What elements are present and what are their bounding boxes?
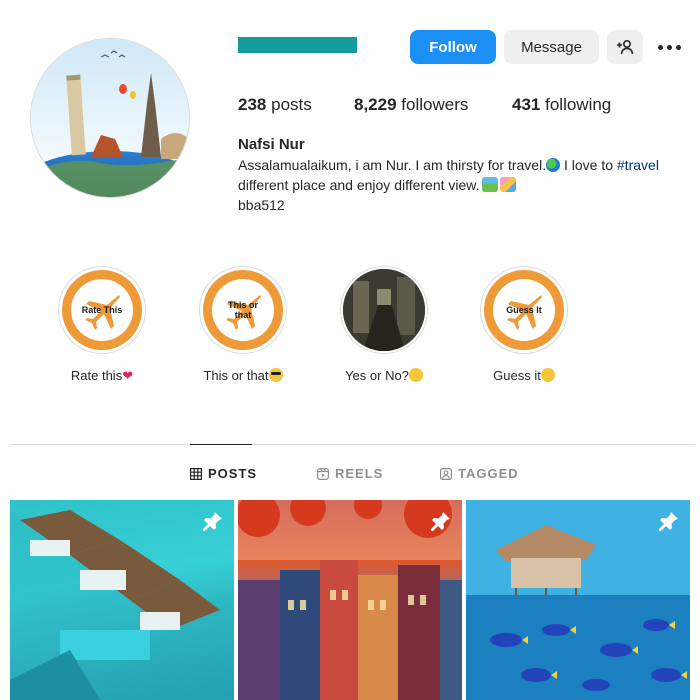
posts-stat: 238 posts [238, 95, 312, 115]
sunglasses-face-icon [268, 368, 283, 382]
post-image [10, 510, 234, 700]
highlight-cover-text: Guess It [506, 305, 542, 315]
following-label: following [545, 95, 612, 114]
highlight-cover: Rate This [58, 266, 146, 354]
monocle-face-icon [540, 368, 555, 382]
landscape-emoji-icon [481, 177, 498, 192]
highlight-label: Rate this❤ [70, 368, 134, 383]
highlight-rate-this[interactable]: Rate This Rate this❤ [57, 266, 147, 384]
profile-link[interactable]: bba512 [238, 195, 698, 215]
tab-tagged[interactable]: TAGGED [440, 466, 519, 481]
more-options-icon [657, 44, 681, 50]
post-thumbnail[interactable] [466, 500, 690, 700]
tab-reels[interactable]: REELS [317, 466, 383, 481]
followers-stat[interactable]: 8,229 followers [354, 95, 468, 115]
pin-icon [659, 512, 678, 531]
posts-label: posts [271, 95, 312, 114]
highlight-this-or-that[interactable]: This or that This or that [198, 266, 288, 383]
tabs-divider [10, 444, 695, 445]
grid-icon [190, 467, 202, 480]
add-user-icon [617, 39, 634, 55]
profile-full-name: Nafsi Nur [238, 136, 305, 153]
follow-button[interactable]: Follow [410, 30, 496, 64]
tagged-icon [440, 467, 452, 480]
tab-posts[interactable]: POSTS [190, 466, 257, 481]
highlight-label: This or that [198, 368, 288, 383]
following-count: 431 [512, 95, 541, 114]
bio-text-line2: different place and enjoy different view… [238, 177, 480, 193]
profile-bio: Assalamualaikum, i am Nur. I am thirsty … [238, 155, 698, 215]
highlight-cover: Guess It [480, 266, 568, 354]
followers-label: followers [401, 95, 469, 114]
pin-icon [203, 512, 222, 531]
highlight-photo [343, 269, 425, 351]
post-image [466, 500, 690, 700]
highlight-label: Guess it [479, 368, 569, 383]
reels-icon [317, 467, 329, 480]
highlight-cover: This or that [199, 266, 287, 354]
highlight-cover-text: This or that [227, 300, 258, 320]
message-button[interactable]: Message [504, 30, 599, 64]
hashtag-link[interactable]: #travel [617, 157, 659, 173]
highlight-yes-or-no[interactable]: Yes or No? [339, 266, 429, 383]
following-stat[interactable]: 431 following [512, 95, 611, 115]
add-user-button[interactable] [607, 30, 643, 64]
profile-avatar[interactable] [30, 38, 190, 198]
red-heart-icon: ❤ [122, 368, 134, 383]
bio-text-line1-cont: I love to [560, 157, 617, 173]
globe-emoji-icon [546, 158, 561, 172]
pin-icon [431, 512, 450, 531]
post-thumbnail[interactable] [238, 500, 462, 700]
active-tab-indicator [190, 444, 252, 445]
highlight-label: Yes or No? [339, 368, 429, 383]
map-emoji-icon [499, 177, 516, 192]
followers-count: 8,229 [354, 95, 397, 114]
highlight-guess-it[interactable]: Guess It Guess it [479, 266, 569, 383]
thinking-face-icon [408, 368, 423, 382]
post-thumbnail[interactable] [10, 500, 234, 700]
username-redacted [238, 37, 357, 53]
highlight-cover-text: Rate This [81, 305, 123, 315]
more-options-button[interactable] [650, 30, 688, 64]
bio-text-line1: Assalamualaikum, i am Nur. I am thirsty … [238, 157, 547, 173]
post-image [238, 500, 462, 700]
posts-count: 238 [238, 95, 267, 114]
highlight-cover [340, 266, 428, 354]
